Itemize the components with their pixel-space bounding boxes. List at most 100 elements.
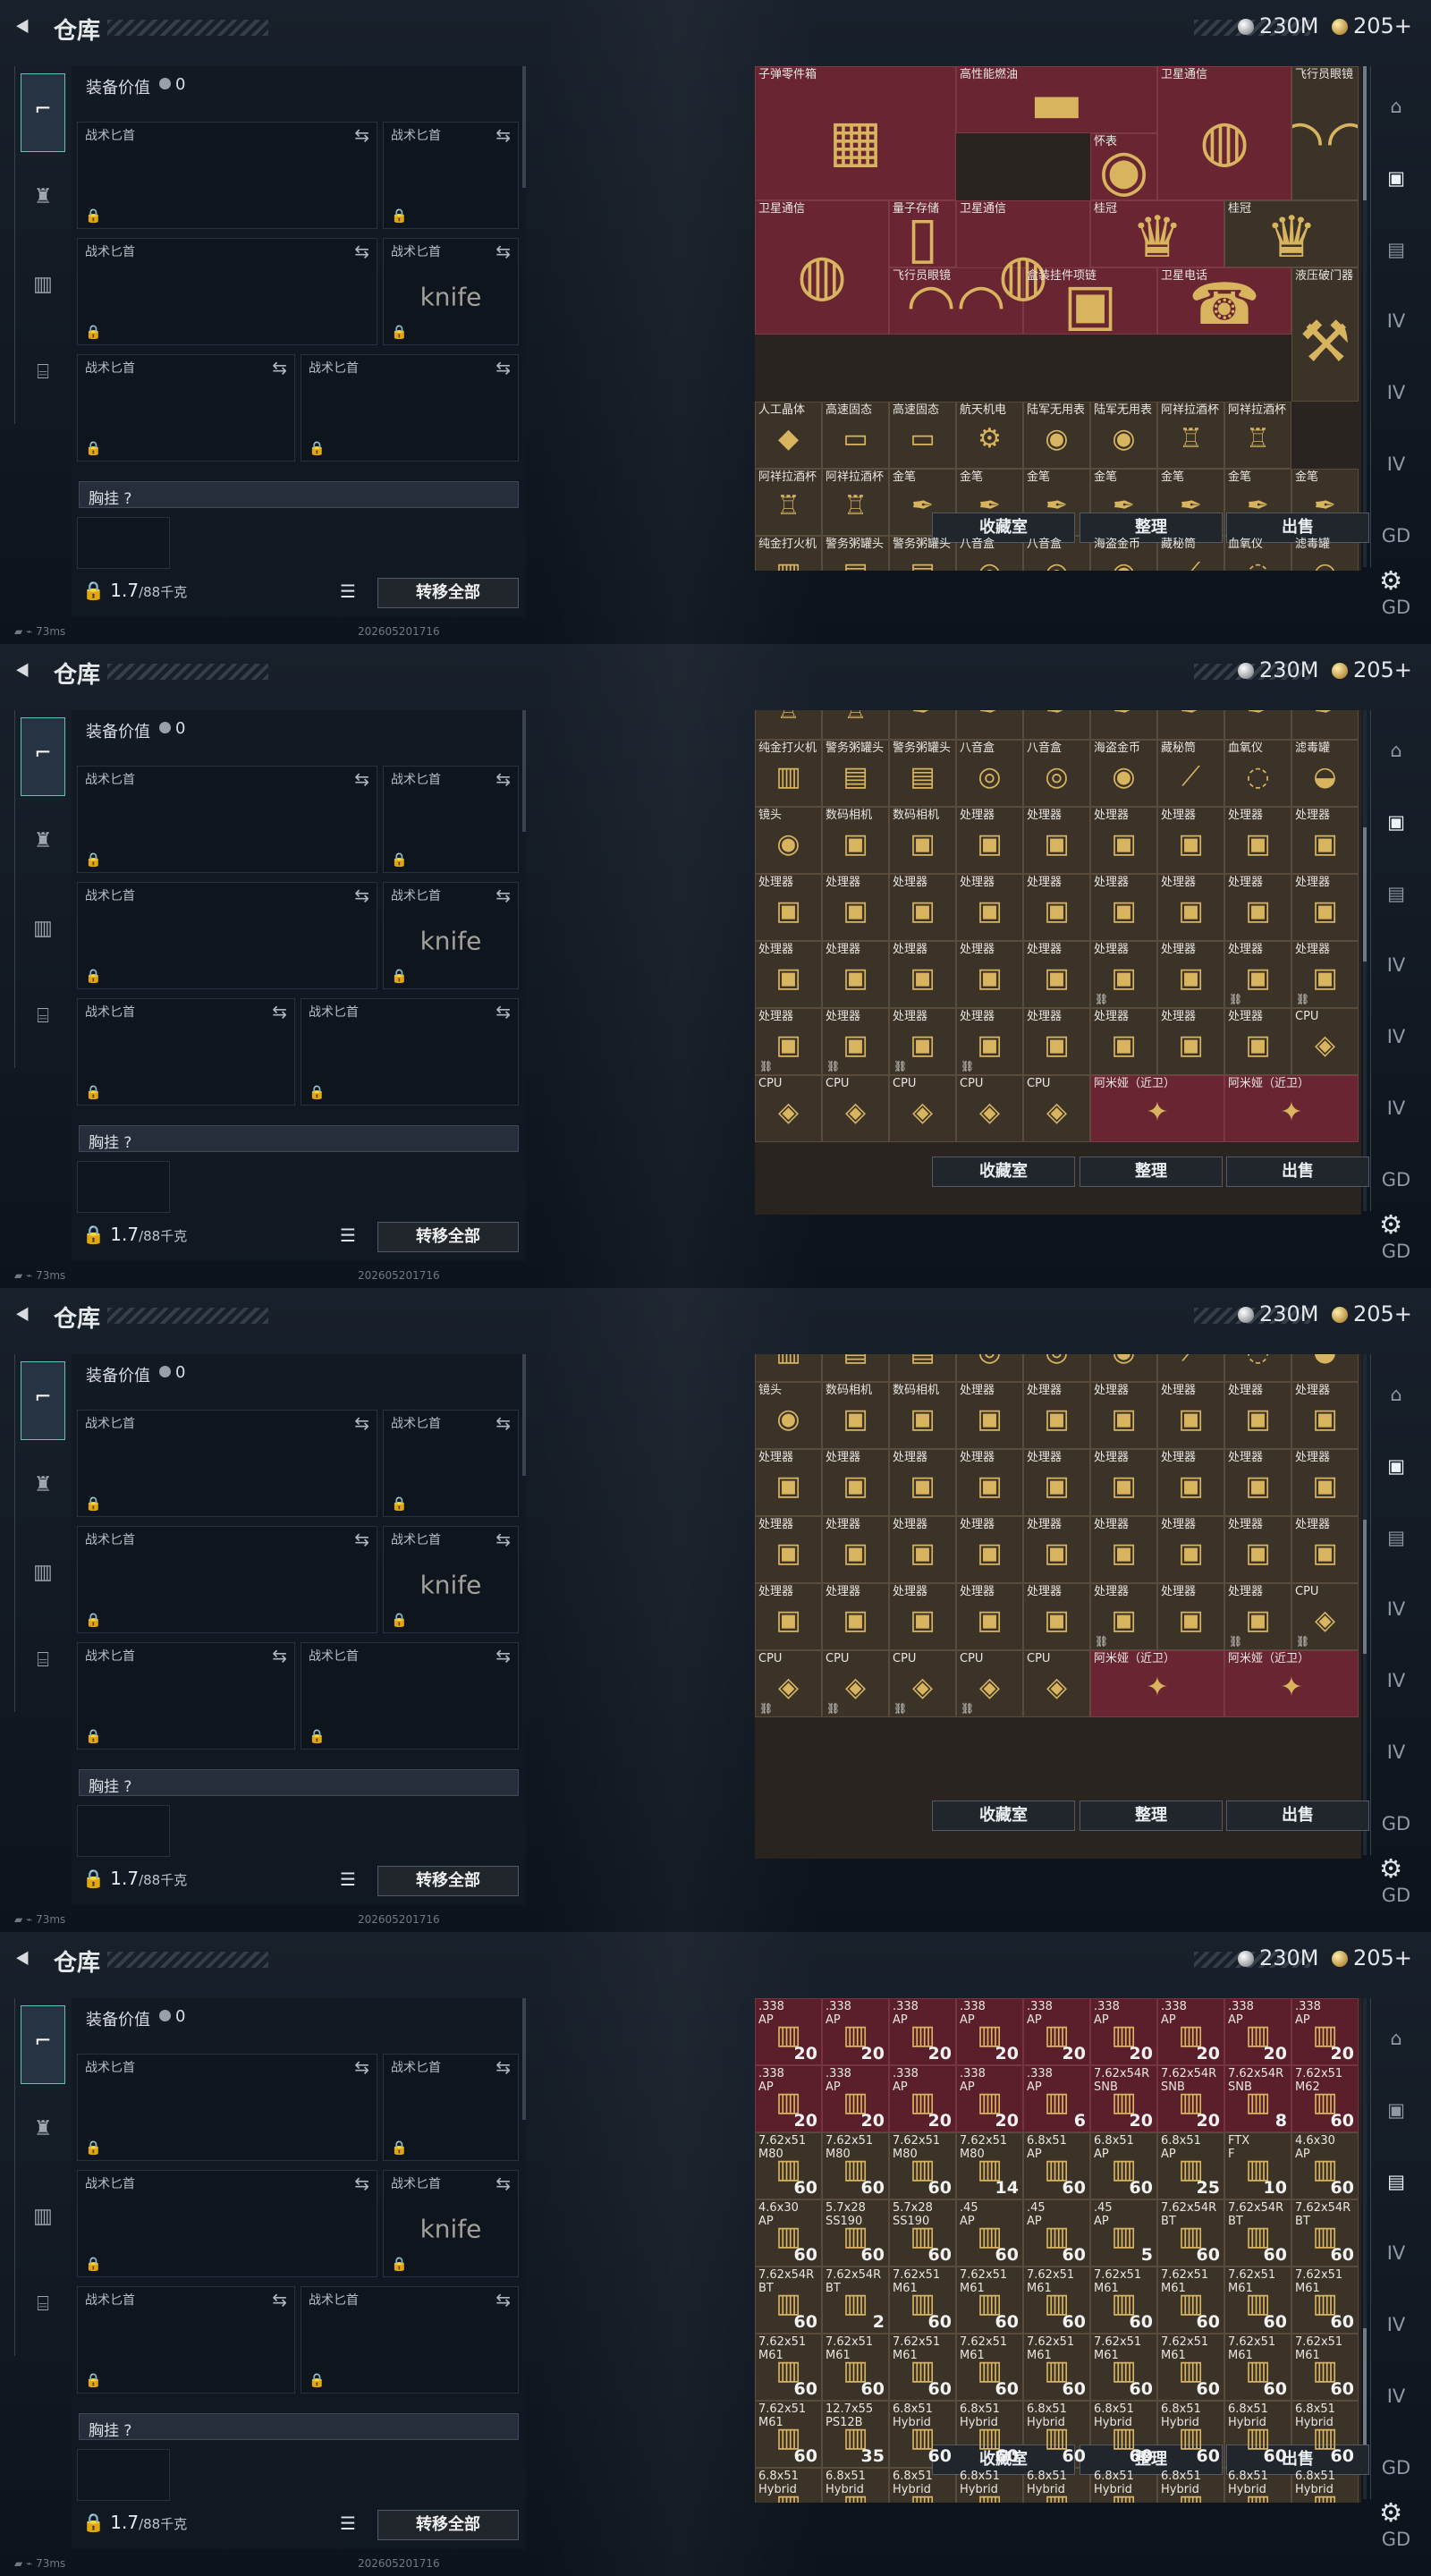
storage-iv-icon[interactable]: IV (1375, 943, 1418, 987)
helmet-icon[interactable]: ♜ (15, 1467, 71, 1503)
inventory-item[interactable]: 7.62x51 M61 ▥ 60 (956, 2334, 1023, 2401)
inventory-item[interactable]: 处理器 ▣ (1157, 1008, 1224, 1075)
inventory-item[interactable]: 处理器 ▣ ⛓ (1224, 941, 1291, 1008)
armor-slot[interactable]: 战术匕首 ⇆ 🔒 (301, 354, 519, 462)
inventory-item[interactable]: 处理器 ▣ (956, 1382, 1023, 1449)
storage-iv-icon[interactable]: IV (1375, 2231, 1418, 2275)
inventory-item[interactable]: .338 AP ▥ 20 (1224, 1998, 1291, 2065)
inventory-item[interactable]: 警务粥罐头▤ (889, 536, 956, 571)
inventory-item[interactable]: 镜头 ◉ (755, 1382, 822, 1449)
helmet-slot[interactable]: 战术匕首 ⇆ 🔒 (77, 354, 295, 462)
inventory-item[interactable]: 处理器 ▣ (755, 1583, 822, 1650)
inventory-item[interactable]: 处理器 ▣ (1157, 1382, 1224, 1449)
inventory-item[interactable]: 处理器 ▣ (956, 1516, 1023, 1583)
inventory-item[interactable]: 处理器 ▣ (822, 941, 889, 1008)
inventory-item[interactable]: 桂冠 ♛ (1090, 200, 1224, 267)
inventory-item[interactable]: 八音盒◎ (956, 740, 1023, 807)
inventory-item[interactable]: 纯金打火机 ▥ (755, 536, 822, 571)
pistol-slot[interactable]: 战术匕首 ⇆ 🔒 (383, 1410, 519, 1517)
inventory-item[interactable]: 处理器 ▣ (755, 874, 822, 941)
inventory-item[interactable]: 处理器 ▣ (956, 941, 1023, 1008)
inventory-item[interactable]: 处理器 ▣ (1157, 1516, 1224, 1583)
inventory-item[interactable]: CPU ◈ (889, 1075, 956, 1142)
inventory-item[interactable]: 八音盒◎ (1023, 1354, 1090, 1382)
inventory-item[interactable]: 警务粥罐头▤ (822, 1354, 889, 1382)
swap-icon[interactable]: ⇆ (495, 768, 511, 790)
inventory-item[interactable]: 7.62x51 M61 ▥ 60 (755, 2401, 822, 2468)
swap-icon[interactable]: ⇆ (495, 2289, 511, 2310)
swap-icon[interactable]: ⇆ (495, 2173, 511, 2194)
inventory-item[interactable]: 处理器 ▣ (822, 874, 889, 941)
weapon-icon[interactable]: ⌐ (15, 91, 71, 127)
inventory-item[interactable]: 处理器 ▣ (889, 1449, 956, 1516)
inventory-item[interactable]: .338 AP ▥ 20 (822, 1998, 889, 2065)
storage-iv-icon[interactable]: IV (1375, 1587, 1418, 1631)
inventory-item[interactable]: 处理器 ▣ (889, 1516, 956, 1583)
weapon-case-icon[interactable]: ▣ (1375, 800, 1418, 844)
inventory-item[interactable]: 处理器 ▣ (1023, 941, 1090, 1008)
inventory-item[interactable]: .45 AP ▥ 5 (1090, 2199, 1157, 2267)
inventory-item[interactable]: 处理器 ▣ (822, 1449, 889, 1516)
inventory-item[interactable]: 数码相机 ▣ (822, 1382, 889, 1449)
storage-iv-icon[interactable]: IV (1375, 2374, 1418, 2419)
inventory-item[interactable]: 处理器 ▣ (1224, 1382, 1291, 1449)
armor-slot[interactable]: 战术匕首 ⇆ 🔒 (301, 1642, 519, 1750)
storage-iv-icon[interactable]: IV (1375, 299, 1418, 343)
inventory-item[interactable]: 7.62x51 M62 ▥ 60 (1291, 2065, 1359, 2132)
inventory-item[interactable]: .338 AP ▥ 20 (956, 1998, 1023, 2065)
inventory-item[interactable]: 航天机电 ⚙ (956, 402, 1023, 469)
inventory-scrollbar[interactable] (1363, 66, 1367, 567)
inventory-item[interactable]: 陆军无用表 ◉ (1090, 402, 1157, 469)
inventory-scroll-thumb[interactable] (1363, 2328, 1367, 2462)
inventory-item[interactable]: 7.62x51 M61 ▥ 60 (1291, 2267, 1359, 2334)
inventory-item[interactable]: 5.7x28 SS190 ▥ 60 (889, 2199, 956, 2267)
swap-icon[interactable]: ⇆ (354, 1529, 369, 1550)
inventory-item[interactable]: .338 AP ▥ 20 (1023, 1998, 1090, 2065)
inventory-item[interactable]: 处理器 ▣ (1090, 807, 1157, 874)
swap-icon[interactable]: ⇆ (495, 1001, 511, 1022)
primary-weapon-slot[interactable]: 战术匕首 ⇆ 🔒 (77, 2054, 377, 2161)
inventory-item[interactable]: 高速固态 ▭ (889, 402, 956, 469)
storage-iv-icon[interactable]: IV (1375, 442, 1418, 487)
swap-icon[interactable]: ⇆ (272, 1645, 287, 1666)
inventory-item[interactable]: 海盗金币 ◉ (1090, 740, 1157, 807)
inventory-item[interactable]: 八音盒◎ (1023, 740, 1090, 807)
inventory-scroll-thumb[interactable] (1363, 66, 1367, 200)
archive-icon[interactable]: ⌂ (1375, 728, 1418, 773)
storage-gd-icon[interactable]: GD (1375, 513, 1418, 558)
inventory-item[interactable]: 滤毒罐◒ (1291, 1354, 1359, 1382)
inventory-item[interactable]: 卫星通信 ◍ (1157, 66, 1291, 200)
inventory-item[interactable]: 数码相机 ▣ (889, 1382, 956, 1449)
chest-rig-slot[interactable] (77, 1161, 170, 1213)
inventory-item[interactable]: 处理器 ▣ (889, 1583, 956, 1650)
inventory-item[interactable]: 镜头 ◉ (755, 807, 822, 874)
inventory-item[interactable]: 7.62x54R BT ▥ 60 (1291, 2199, 1359, 2267)
weapon-icon[interactable]: ⌐ (15, 1379, 71, 1415)
inventory-item[interactable]: 处理器 ▣ (1291, 874, 1359, 941)
inventory-item[interactable]: 7.62x51 M61 ▥ 60 (1291, 2334, 1359, 2401)
inventory-item[interactable]: 金笔✒ (1090, 710, 1157, 740)
swap-icon[interactable]: ⇆ (272, 1001, 287, 1022)
chest-rig-slot[interactable] (77, 517, 170, 569)
swap-icon[interactable]: ⇆ (495, 1412, 511, 1434)
storage-iv-icon[interactable]: IV (1375, 1086, 1418, 1131)
inventory-item[interactable]: 处理器 ▣ (1157, 1583, 1224, 1650)
inventory-item[interactable]: 7.62x51 M61 ▥ 60 (1090, 2267, 1157, 2334)
inventory-item[interactable]: 金笔✒ (1023, 710, 1090, 740)
inventory-item[interactable]: 7.62x51 M80 ▥ 14 (956, 2132, 1023, 2199)
helmet-icon[interactable]: ♜ (15, 2111, 71, 2147)
swap-icon[interactable]: ⇆ (354, 885, 369, 906)
inventory-item[interactable]: 处理器 ▣ (1157, 1449, 1224, 1516)
weapon-case-icon[interactable]: ▣ (1375, 2088, 1418, 2132)
inventory-item[interactable]: 血氧仪◌ (1224, 1354, 1291, 1382)
inventory-item[interactable]: 处理器 ▣ (755, 941, 822, 1008)
weapon-icon[interactable]: ⌐ (15, 735, 71, 771)
back-button[interactable]: ⯇ (13, 14, 39, 41)
primary-weapon-slot[interactable]: 战术匕首 ⇆ 🔒 (77, 1410, 377, 1517)
inventory-item[interactable]: 处理器 ▣ (1023, 1008, 1090, 1075)
inventory-item[interactable]: 卫星电话 ☎ (1157, 267, 1291, 335)
inventory-item[interactable]: .338 AP ▥ 20 (1157, 1998, 1224, 2065)
inventory-item[interactable]: 金笔✒ (956, 710, 1023, 740)
equipment-scrollbar[interactable] (522, 1354, 526, 1476)
inventory-item[interactable]: 处理器 ▣ (1291, 1382, 1359, 1449)
